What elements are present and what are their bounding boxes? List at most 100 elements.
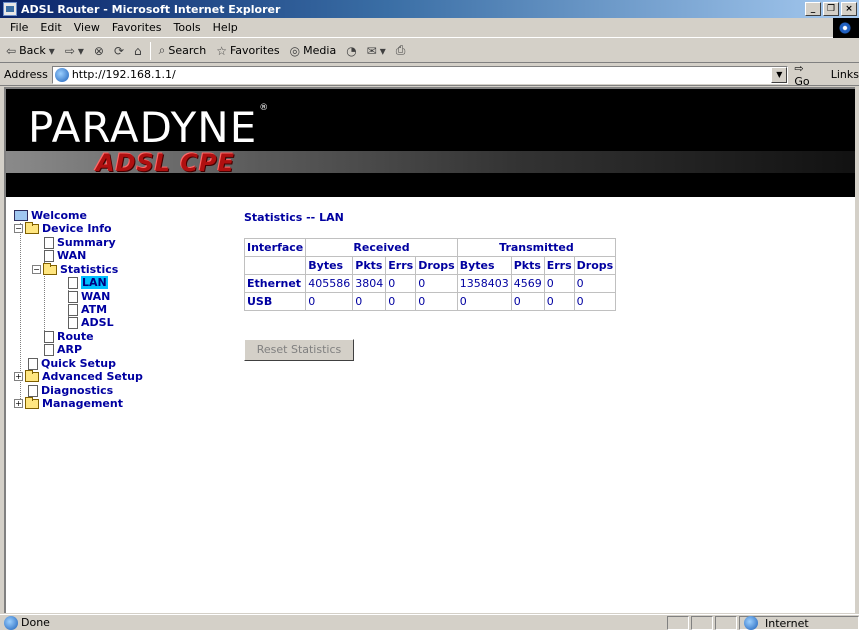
- internet-zone-icon: [744, 616, 758, 630]
- toolbar-separator: [149, 41, 151, 60]
- rx-bytes-header: Bytes: [305, 256, 354, 275]
- tree-item-quick-setup[interactable]: Quick Setup: [28, 357, 116, 370]
- history-button[interactable]: ◔: [344, 44, 358, 58]
- expand-icon[interactable]: +: [14, 372, 23, 381]
- address-input[interactable]: http://192.168.1.1/ ▼: [51, 65, 789, 84]
- zone-label: Internet: [765, 616, 809, 630]
- status-pane: [667, 616, 689, 630]
- search-icon: ⌕: [158, 43, 166, 57]
- tree-item-route[interactable]: Route: [44, 330, 94, 343]
- reset-statistics-button[interactable]: Reset Statistics: [244, 339, 354, 361]
- window-title-bar: ADSL Router - Microsoft Internet Explore…: [0, 0, 859, 18]
- status-text: Done: [21, 616, 50, 629]
- print-button[interactable]: ⎙: [394, 43, 408, 58]
- registered-mark: ®: [259, 103, 270, 113]
- stop-button[interactable]: ⊗: [92, 44, 106, 58]
- back-arrow-icon: ⇦: [6, 43, 17, 58]
- document-icon: [68, 303, 78, 316]
- favorites-button[interactable]: ☆ Favorites: [214, 44, 281, 58]
- address-dropdown-icon[interactable]: ▼: [771, 66, 788, 83]
- tree-item-advanced-setup[interactable]: + Advanced Setup: [14, 369, 143, 383]
- search-button[interactable]: ⌕ Search: [157, 43, 209, 58]
- go-arrow-icon: ⇨: [794, 61, 804, 75]
- folder-open-icon: [43, 262, 57, 275]
- table-header-row: Interface Received Transmitted: [243, 238, 617, 257]
- collapse-icon[interactable]: −: [14, 224, 23, 233]
- tree-item-summary[interactable]: Summary: [44, 236, 116, 249]
- maximize-button[interactable]: ❐: [823, 2, 839, 16]
- tree-label: Summary: [57, 236, 116, 249]
- interface-header: Interface: [243, 238, 307, 257]
- stop-icon: ⊗: [93, 43, 104, 58]
- table-cell: 0: [305, 292, 354, 311]
- go-button[interactable]: ⇨ Go: [794, 62, 820, 88]
- close-button[interactable]: ×: [841, 2, 857, 16]
- tree-item-diagnostics[interactable]: Diagnostics: [28, 384, 113, 397]
- tree-item-management[interactable]: + Management: [14, 396, 123, 410]
- table-cell: 0: [352, 292, 387, 311]
- forward-button[interactable]: ⇨ ▾: [63, 44, 86, 58]
- menu-view[interactable]: View: [68, 21, 106, 34]
- folder-icon: [25, 396, 39, 409]
- tx-errs-header: Errs: [543, 256, 575, 275]
- media-button[interactable]: ◎ Media: [288, 44, 339, 58]
- favorites-label: Favorites: [229, 44, 280, 57]
- menu-tools[interactable]: Tools: [168, 21, 207, 34]
- menu-help[interactable]: Help: [207, 21, 244, 34]
- mail-button[interactable]: ✉ ▾: [365, 44, 388, 58]
- address-url: http://192.168.1.1/: [71, 68, 176, 81]
- tree-item-arp[interactable]: ARP: [44, 343, 82, 356]
- tree-label: WAN: [57, 249, 87, 262]
- collapse-icon[interactable]: −: [32, 265, 41, 274]
- table-cell: 1358403: [456, 274, 512, 293]
- tx-pkts-header: Pkts: [510, 256, 545, 275]
- tree-item-stat-adsl[interactable]: ADSL: [68, 316, 114, 329]
- menu-edit[interactable]: Edit: [34, 21, 67, 34]
- tree-item-wan[interactable]: WAN: [44, 249, 86, 262]
- menu-favorites[interactable]: Favorites: [106, 21, 168, 34]
- tree-item-stat-lan[interactable]: LAN: [68, 276, 108, 289]
- mail-icon: ✉: [366, 43, 377, 58]
- search-label: Search: [168, 44, 207, 57]
- refresh-button[interactable]: ⟳: [112, 44, 126, 58]
- table-cell: 4569: [510, 274, 545, 293]
- media-icon: ◎: [289, 43, 301, 58]
- tree-label: Statistics: [60, 263, 119, 276]
- transmitted-header: Transmitted: [456, 238, 617, 257]
- document-icon: [28, 384, 38, 397]
- tree-item-device-info[interactable]: − Device Info: [14, 221, 112, 235]
- tree-item-statistics[interactable]: − Statistics: [32, 262, 119, 276]
- document-icon: [44, 330, 54, 343]
- links-button[interactable]: Links: [831, 68, 859, 81]
- forward-arrow-icon: ⇨: [64, 43, 75, 58]
- address-label: Address: [4, 68, 48, 81]
- tree-item-stat-wan[interactable]: WAN: [68, 290, 110, 303]
- table-cell: 0: [573, 292, 617, 311]
- statistics-table: Interface Received Transmitted Bytes Pkt…: [243, 238, 617, 311]
- menu-file[interactable]: File: [4, 21, 34, 34]
- table-cell: 0: [415, 292, 458, 311]
- rx-errs-header: Errs: [385, 256, 417, 275]
- tree-label: Route: [57, 330, 94, 343]
- history-icon: ◔: [346, 43, 357, 58]
- expand-icon[interactable]: +: [14, 399, 23, 408]
- interface-name: USB: [243, 292, 307, 311]
- tree-label: Device Info: [42, 222, 112, 235]
- tree-item-welcome[interactable]: Welcome: [14, 209, 87, 222]
- table-cell: 3804: [352, 274, 387, 293]
- product-name: ADSL CPE: [96, 149, 236, 177]
- window-title: ADSL Router - Microsoft Internet Explore…: [21, 2, 281, 16]
- tree-label: Management: [42, 397, 123, 410]
- tree-label: ATM: [81, 303, 108, 316]
- toolbar: ⇦ Back ▾ ⇨ ▾ ⊗ ⟳ ⌂ ⌕ Search ☆ Favorites …: [0, 39, 859, 63]
- table-cell: 0: [385, 292, 417, 311]
- back-button[interactable]: ⇦ Back ▾: [4, 44, 57, 58]
- minimize-button[interactable]: _: [805, 2, 821, 16]
- home-button[interactable]: ⌂: [132, 44, 144, 58]
- table-cell: 0: [510, 292, 545, 311]
- go-label: Go: [794, 74, 810, 88]
- page-viewport: PARADYNE ® ADSL CPE Welcome − Device Info…: [4, 87, 859, 613]
- tree-item-stat-atm[interactable]: ATM: [68, 303, 107, 316]
- document-icon: [68, 290, 78, 303]
- tree-label: ARP: [57, 343, 83, 356]
